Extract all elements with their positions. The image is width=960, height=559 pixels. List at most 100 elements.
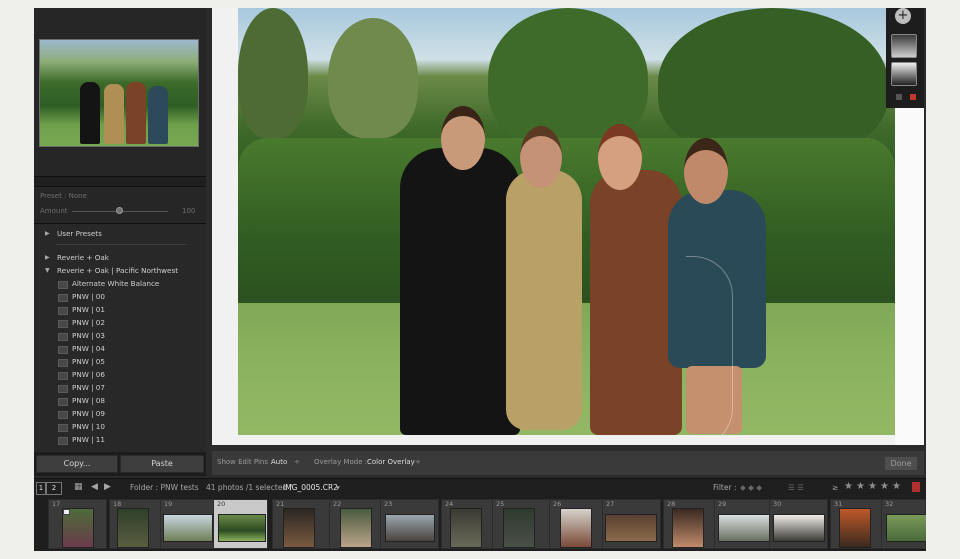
filmstrip-cell[interactable]: 17: [48, 499, 107, 549]
preset-label: Alternate White Balance: [72, 279, 160, 288]
star-icon[interactable]: ★: [844, 481, 853, 492]
preset-item[interactable]: PNW | 01: [34, 304, 206, 316]
cell-number: 17: [52, 500, 61, 508]
mask-tool-panel: +: [886, 8, 924, 108]
rating-operator[interactable]: ≥: [832, 483, 838, 492]
photo-thumbnail[interactable]: [117, 508, 149, 548]
filmstrip-cell[interactable]: 25: [492, 499, 551, 549]
preset-item[interactable]: PNW | 03: [34, 330, 206, 342]
person-head: [684, 138, 728, 204]
photo-thumbnail[interactable]: [163, 514, 213, 542]
arrow-right-icon[interactable]: ▶: [104, 482, 111, 492]
filmstrip-cell[interactable]: 30: [769, 499, 828, 549]
cell-number: 26: [553, 500, 562, 508]
preset-item[interactable]: PNW | 08: [34, 395, 206, 407]
folder-label[interactable]: Folder : PNW tests: [130, 483, 199, 492]
mask-delete-icon[interactable]: [910, 94, 916, 100]
preset-item[interactable]: PNW | 04: [34, 343, 206, 355]
star-icon[interactable]: ★: [880, 481, 889, 492]
paste-button[interactable]: Paste: [120, 455, 204, 473]
preset-item[interactable]: PNW | 07: [34, 382, 206, 394]
filmstrip-cell[interactable]: 29: [714, 499, 773, 549]
brush-mask-tool[interactable]: [891, 34, 917, 58]
photo-thumbnail[interactable]: [672, 508, 704, 548]
second-window-button[interactable]: 2: [46, 482, 62, 495]
triangle-down-icon[interactable]: ▼: [45, 265, 50, 277]
filmstrip-cell[interactable]: 32: [881, 499, 926, 549]
left-panel: Preset : None Amount 100 ▶ User Presets …: [34, 8, 206, 476]
grid-view-icon[interactable]: ▦: [74, 482, 83, 492]
photo-thumbnail[interactable]: [340, 508, 372, 548]
filter-label: Filter :: [713, 483, 737, 492]
main-photo[interactable]: [238, 8, 895, 435]
main-window-button[interactable]: 1: [36, 482, 46, 495]
tree-group-user-presets[interactable]: ▶ User Presets: [34, 228, 206, 240]
plus-icon[interactable]: +: [895, 8, 911, 24]
preset-item[interactable]: PNW | 10: [34, 421, 206, 433]
cell-number: 19: [164, 500, 173, 508]
preset-item[interactable]: PNW | 09: [34, 408, 206, 420]
filmstrip-cell[interactable]: 27: [602, 499, 661, 549]
triangle-right-icon[interactable]: ▶: [45, 228, 50, 240]
star-icon[interactable]: ★: [868, 481, 877, 492]
amount-slider-knob[interactable]: [116, 207, 123, 214]
done-button[interactable]: Done: [884, 456, 918, 471]
photo-thumbnail[interactable]: [450, 508, 482, 548]
arrow-left-icon[interactable]: ◀: [91, 482, 98, 492]
triangle-right-icon[interactable]: ▶: [45, 252, 50, 264]
chevron-down-icon[interactable]: ▾: [336, 483, 340, 492]
tree-group-label: Reverie + Oak: [57, 253, 109, 262]
preset-item[interactable]: PNW | 06: [34, 369, 206, 381]
gradient-mask-tool[interactable]: [891, 62, 917, 86]
current-filename[interactable]: IMG_0005.CR2: [283, 483, 338, 492]
preset-icon: [58, 437, 68, 445]
photo-thumbnail[interactable]: [385, 514, 435, 542]
photo-thumbnail[interactable]: [218, 514, 266, 542]
filmstrip-cell[interactable]: 23: [380, 499, 439, 549]
photo-thumbnail[interactable]: [283, 508, 315, 548]
photo-thumbnail[interactable]: [605, 514, 657, 542]
image-canvas[interactable]: [212, 8, 924, 445]
photo-thumbnail[interactable]: [560, 508, 592, 548]
preset-label: PNW | 02: [72, 318, 105, 327]
overlay-mode-label: Overlay Mode :: [314, 458, 368, 466]
overlay-mode-dropdown[interactable]: Color Overlay: [367, 458, 415, 466]
chevron-down-icon[interactable]: ÷: [294, 458, 300, 466]
copy-button[interactable]: Copy...: [36, 455, 118, 473]
tree-group-reverie-oak[interactable]: ▶ Reverie + Oak: [34, 252, 206, 264]
color-filter-icons[interactable]: ☰ ☰: [788, 483, 804, 492]
photo-thumbnail[interactable]: [503, 508, 535, 548]
preset-label: PNW | 06: [72, 370, 105, 379]
photo-thumbnail[interactable]: [718, 514, 770, 542]
person-tan-dress: [506, 170, 582, 430]
chevron-down-icon[interactable]: ÷: [415, 458, 421, 466]
preset-item[interactable]: PNW | 11: [34, 434, 206, 446]
preset-icon: [58, 294, 68, 302]
navigator-thumbnail[interactable]: [39, 39, 199, 147]
preset-label: PNW | 07: [72, 383, 105, 392]
filter-lock-icon[interactable]: [912, 482, 920, 492]
photo-thumbnail[interactable]: [773, 514, 825, 542]
mask-overlay-outline[interactable]: [686, 256, 733, 435]
preset-icon: [58, 333, 68, 341]
star-icon[interactable]: ★: [856, 481, 865, 492]
person-head: [598, 124, 642, 190]
mask-toggle-icon[interactable]: [896, 94, 902, 100]
tree-group-reverie-oak-pnw[interactable]: ▼ Reverie + Oak | Pacific Northwest: [34, 265, 206, 277]
filmstrip-cell[interactable]: 19: [160, 499, 219, 549]
filmstrip-cell-selected[interactable]: 20: [213, 499, 268, 549]
cell-number: 30: [773, 500, 782, 508]
flag-filter-icons[interactable]: ◆ ◆ ◆: [740, 483, 762, 492]
photo-thumbnail[interactable]: [886, 514, 926, 542]
filmstrip-header: 1 2 ▦ ◀ ▶ Folder : PNW tests 41 photos /…: [34, 478, 926, 497]
filmstrip-cell[interactable]: 21: [272, 499, 331, 549]
edit-pins-dropdown[interactable]: Auto: [271, 458, 287, 466]
photo-thumbnail[interactable]: [839, 508, 871, 548]
preset-item[interactable]: PNW | 00: [34, 291, 206, 303]
star-icon[interactable]: ★: [892, 481, 901, 492]
preset-item[interactable]: PNW | 05: [34, 356, 206, 368]
preset-item[interactable]: Alternate White Balance: [34, 278, 206, 290]
filmstrip-cell[interactable]: 26: [549, 499, 608, 549]
preset-item[interactable]: PNW | 02: [34, 317, 206, 329]
person-head: [441, 106, 485, 170]
